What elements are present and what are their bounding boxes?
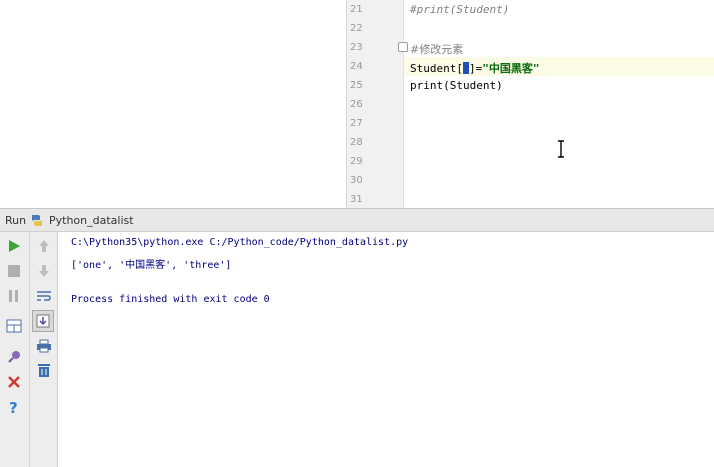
- soft-wrap-button[interactable]: [34, 286, 54, 306]
- help-icon: ?: [9, 399, 18, 415]
- console-output[interactable]: C:\Python35\python.exe C:/Python_code/Py…: [59, 232, 714, 467]
- trash-icon: [38, 364, 50, 377]
- print-icon: [37, 339, 51, 353]
- text-cursor-icon: [558, 140, 564, 158]
- line-number: 28: [350, 137, 363, 148]
- pause-button[interactable]: [4, 286, 24, 306]
- run-label: Run: [5, 214, 27, 227]
- code-token: ]=: [468, 62, 483, 75]
- help-button[interactable]: ?: [4, 397, 24, 417]
- close-button[interactable]: [4, 372, 24, 392]
- line-number: 30: [350, 175, 363, 186]
- pin-tab-button[interactable]: [4, 347, 24, 367]
- run-button[interactable]: [4, 236, 24, 256]
- line-number: 25: [350, 80, 363, 91]
- code-token: Student[: [410, 62, 463, 75]
- line-number: 27: [350, 118, 363, 129]
- code-editor[interactable]: 21 22 23 24 25 26 27 28 29 30 31 #print(…: [346, 0, 714, 208]
- empty-area: [0, 0, 346, 208]
- code-line-23[interactable]: #修改元素: [410, 41, 463, 57]
- soft-wrap-icon: [37, 291, 51, 301]
- stop-icon: [8, 265, 20, 277]
- code-line-21[interactable]: #print(Student): [410, 3, 509, 16]
- fold-icon[interactable]: [398, 42, 408, 52]
- print-button[interactable]: [34, 336, 54, 356]
- line-number: 23: [350, 42, 363, 53]
- line-number: 24: [350, 61, 363, 72]
- line-number: 29: [350, 156, 363, 167]
- clear-all-button[interactable]: [34, 360, 54, 380]
- down-arrow-icon: [39, 265, 49, 277]
- pin-icon: [8, 351, 20, 363]
- next-occurrence-button[interactable]: [34, 261, 54, 281]
- line-number: 22: [350, 23, 363, 34]
- stop-button[interactable]: [4, 261, 24, 281]
- close-icon: [8, 376, 20, 388]
- run-toolbar: ?: [0, 232, 58, 467]
- pause-icon: [9, 290, 18, 302]
- console-line: Process finished with exit code 0: [71, 294, 270, 305]
- line-number: 26: [350, 99, 363, 110]
- scroll-to-end-icon: [36, 314, 50, 328]
- code-line-24[interactable]: Student[ ]="中国黑客": [410, 60, 539, 76]
- string-literal: "中国黑客": [482, 62, 540, 75]
- restore-layout-button[interactable]: [4, 316, 24, 336]
- toolbar-divider: [29, 232, 30, 467]
- run-icon: [9, 240, 20, 252]
- line-number: 21: [350, 4, 363, 15]
- svg-text:?: ?: [9, 399, 18, 415]
- layout-icon: [6, 319, 22, 333]
- up-arrow-icon: [39, 240, 49, 252]
- run-configuration-name[interactable]: Python_datalist: [49, 214, 134, 227]
- console-line: C:\Python35\python.exe C:/Python_code/Py…: [71, 237, 409, 248]
- previous-occurrence-button[interactable]: [34, 236, 54, 256]
- console-line: ['one', '中国黑客', 'three']: [71, 260, 232, 271]
- line-number: 31: [350, 194, 363, 205]
- code-line-25[interactable]: print(Student): [410, 79, 503, 92]
- run-tool-window-header: Run Python_datalist: [0, 208, 714, 232]
- scroll-to-end-button[interactable]: [32, 310, 54, 332]
- python-icon: [32, 215, 42, 226]
